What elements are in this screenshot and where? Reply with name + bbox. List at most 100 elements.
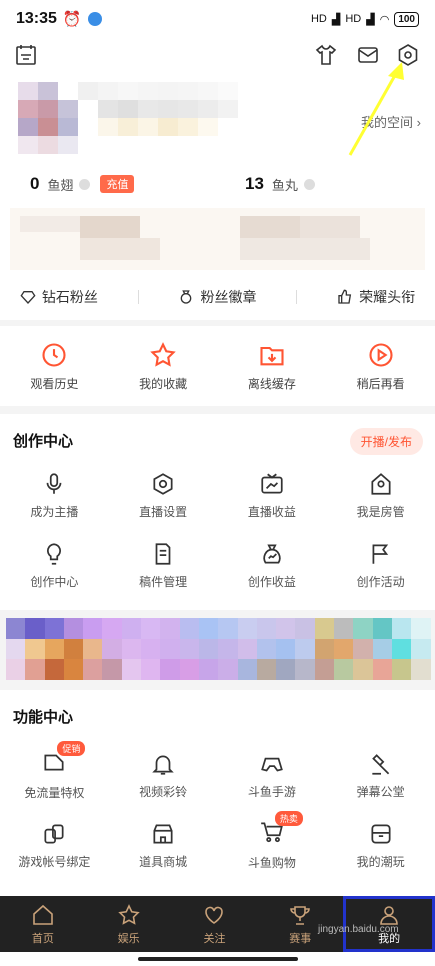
creator-center[interactable]: 创作中心 — [0, 530, 109, 600]
user-icon — [380, 905, 398, 925]
room-manager-label: 我是房管 — [356, 504, 405, 519]
box-icon — [371, 823, 391, 844]
diamond-fans[interactable]: 钻石粉丝 — [20, 287, 98, 307]
live-settings[interactable]: 直播设置 — [109, 460, 218, 530]
divider — [296, 290, 298, 304]
trophy-icon — [290, 905, 311, 925]
signal-icon: ▟ — [331, 13, 341, 26]
honor-title[interactable]: 荣耀头衔 — [337, 287, 415, 307]
creator-earnings-label: 创作收益 — [247, 574, 296, 589]
room-manager[interactable]: 我是房管 — [326, 460, 435, 530]
my-favorites[interactable]: 我的收藏 — [109, 326, 218, 406]
signal-label-2: HD — [345, 13, 362, 25]
heart-icon — [205, 906, 224, 924]
my-trendy-toys[interactable]: 我的潮玩 — [326, 810, 435, 880]
divider — [137, 290, 139, 304]
fan-row: 钻石粉丝 粉丝徽章 荣耀头衔 — [0, 282, 435, 312]
creator-earnings[interactable]: 创作收益 — [218, 530, 327, 600]
alarm-icon: ⏰ — [62, 11, 82, 28]
video-ringtone[interactable]: 视频彩铃 — [109, 740, 218, 810]
bulb-icon — [47, 542, 62, 565]
diamond-icon — [20, 291, 36, 304]
become-streamer[interactable]: 成为主播 — [0, 460, 109, 530]
yuwan-count: 13 — [245, 174, 264, 193]
watch-history-label: 观看历史 — [30, 376, 79, 391]
ad-banner-blurred[interactable] — [6, 618, 431, 680]
fan-badge[interactable]: 粉丝徽章 — [178, 287, 256, 307]
data-free-privilege[interactable]: 促销 免流量特权 — [0, 740, 109, 810]
honor-title-label: 荣耀头衔 — [359, 289, 416, 305]
house-person-icon — [371, 472, 391, 495]
tab-events-label: 赛事 — [289, 932, 312, 945]
creator-activities-label: 创作活动 — [356, 574, 405, 589]
danmaku-court[interactable]: 弹幕公堂 — [326, 740, 435, 810]
yuchi-info-icon[interactable] — [79, 178, 91, 190]
data-free-privilege-label: 免流量特权 — [24, 786, 85, 800]
banner-blurred[interactable] — [10, 208, 425, 270]
feature-center-title: 功能中心 — [13, 709, 74, 726]
gavel-icon — [371, 753, 389, 775]
watch-later-label: 稍后再看 — [356, 376, 405, 391]
offline-cache-label: 离线缓存 — [247, 376, 296, 391]
game-account-binding[interactable]: 游戏帐号绑定 — [0, 810, 109, 880]
home-icon — [33, 904, 53, 925]
star-icon — [150, 341, 176, 367]
video-ringtone-label: 视频彩铃 — [139, 784, 188, 799]
live-earnings[interactable]: 直播收益 — [218, 460, 327, 530]
download-folder-icon — [260, 346, 284, 365]
tab-follow-label: 关注 — [203, 932, 226, 945]
signal-label-1: HD — [310, 13, 327, 25]
recharge-button[interactable]: 充值 — [100, 175, 135, 193]
my-favorites-label: 我的收藏 — [139, 376, 188, 391]
star-icon — [117, 903, 140, 925]
props-mall-label: 道具商城 — [139, 854, 188, 869]
tab-home-label: 首页 — [31, 932, 54, 945]
creation-center-title: 创作中心 — [13, 433, 74, 450]
balance-row: 0 鱼翅 充值 13 鱼丸 — [0, 174, 435, 194]
microphone-icon — [47, 472, 62, 494]
creation-center: 创作中心 开播/发布 成为主播 直播设置 直播收益 我是房管 创作中心 稿件管理 — [0, 414, 435, 610]
hexagon-settings-icon — [153, 472, 173, 495]
bell-icon — [152, 755, 174, 775]
avatar-username-blurred[interactable] — [18, 82, 238, 154]
manuscript-management-label: 稿件管理 — [139, 574, 188, 589]
douyu-mobile-games-label: 斗鱼手游 — [247, 784, 296, 799]
game-account-binding-label: 游戏帐号绑定 — [18, 854, 91, 869]
live-settings-label: 直播设置 — [139, 504, 188, 519]
yuchi-count: 0 — [30, 174, 40, 193]
signal-icon-2: ▟ — [366, 13, 375, 26]
go-live-button[interactable]: 开播/发布 — [349, 428, 423, 455]
store-icon — [153, 823, 173, 844]
douyu-shopping[interactable]: 热卖 斗鱼购物 — [218, 810, 327, 880]
danmaku-court-label: 弹幕公堂 — [356, 784, 405, 799]
watch-later[interactable]: 稍后再看 — [326, 326, 435, 406]
offline-cache[interactable]: 离线缓存 — [218, 326, 327, 406]
douyu-mobile-games[interactable]: 斗鱼手游 — [218, 740, 327, 810]
creator-activities[interactable]: 创作活动 — [326, 530, 435, 600]
history-icon — [42, 342, 66, 367]
props-mall[interactable]: 道具商城 — [109, 810, 218, 880]
battery-indicator: 100 — [394, 11, 419, 27]
tab-follow[interactable]: 关注 — [172, 896, 258, 952]
badge-icon — [181, 290, 192, 304]
yuwan-info-icon[interactable] — [303, 178, 315, 190]
watermark: jingyan.baidu.com — [318, 924, 399, 935]
sign-in-icon[interactable] — [14, 43, 38, 67]
live-earnings-label: 直播收益 — [247, 504, 296, 519]
tab-home[interactable]: 首页 — [0, 896, 86, 952]
document-icon — [155, 542, 171, 565]
app-notification-icon — [87, 12, 102, 26]
tab-entertainment[interactable]: 娱乐 — [86, 896, 172, 952]
manuscript-management[interactable]: 稿件管理 — [109, 530, 218, 600]
link-icon — [44, 823, 64, 844]
tshirt-icon[interactable] — [314, 43, 338, 67]
yuchi-label: 鱼翅 — [47, 177, 74, 193]
play-later-icon — [369, 342, 393, 367]
home-indicator-bar — [138, 957, 298, 961]
tv-chart-icon — [261, 473, 283, 494]
yuwan-label: 鱼丸 — [271, 177, 298, 193]
flag-icon — [372, 543, 388, 564]
watch-history[interactable]: 观看历史 — [0, 326, 109, 406]
become-streamer-label: 成为主播 — [30, 504, 79, 519]
my-trendy-toys-label: 我的潮玩 — [356, 854, 405, 869]
